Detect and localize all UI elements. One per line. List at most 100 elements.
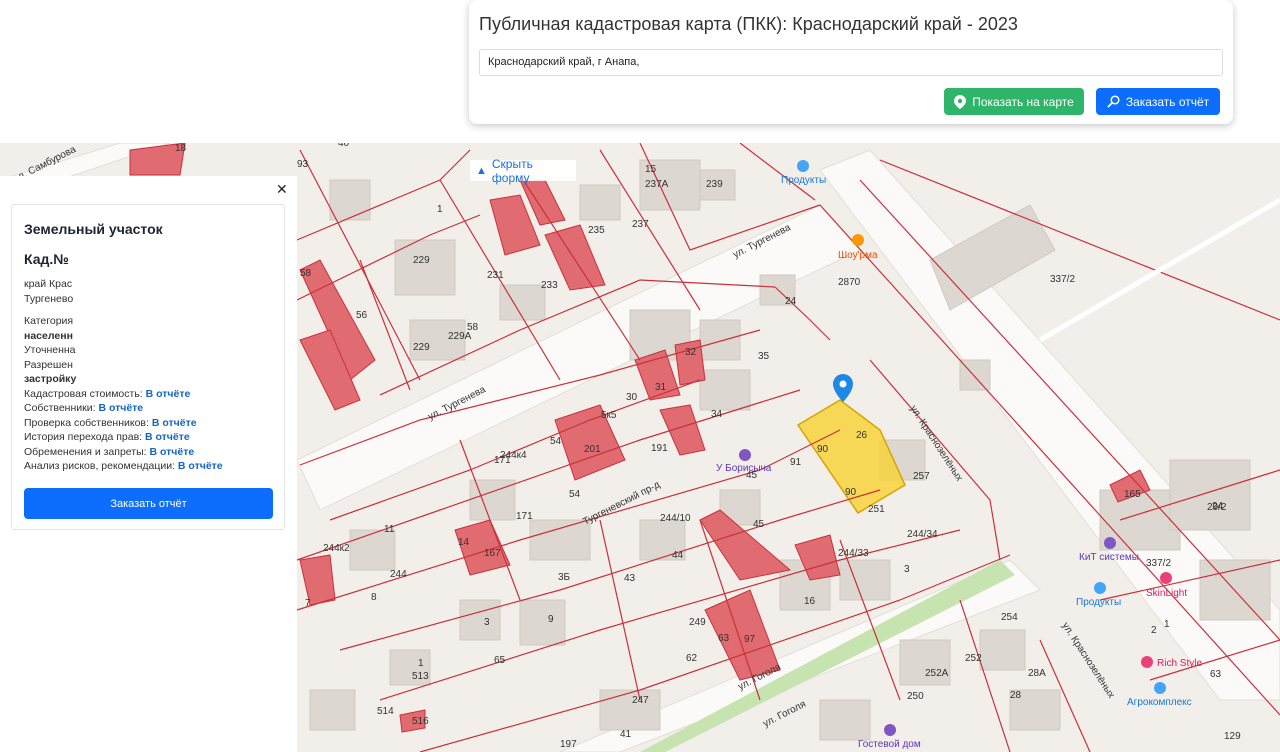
house-number-label: 54 [550, 436, 562, 447]
hide-form-button[interactable]: ▲ Скрыть форму [470, 157, 576, 185]
house-number-label: 229 [413, 255, 430, 266]
poi-label: У Борисыча [716, 463, 772, 474]
house-number-label: 28 [1010, 690, 1022, 701]
house-number-label: 337/2 [1050, 274, 1075, 285]
report-row: История перехода прав: В отчёте [24, 430, 272, 445]
house-number-label: 244/10 [660, 513, 691, 524]
report-row: Проверка собственников: В отчёте [24, 416, 272, 431]
house-number-label: 514 [377, 706, 394, 717]
house-number-label: 237 [632, 219, 649, 230]
parcel-info-panel: Земельный участок Кад.№ край Крас Турген… [11, 204, 285, 530]
house-number-label: 244/33 [838, 548, 869, 559]
show-on-map-button[interactable]: Показать на карте [944, 88, 1084, 115]
report-row-label: Обременения и запреты: [24, 445, 150, 458]
order-report-button[interactable]: Заказать отчёт [1096, 88, 1220, 115]
poi-label: Продукты [1076, 597, 1121, 608]
panel-title: Земельный участок [24, 221, 163, 237]
report-row-label: Проверка собственников: [24, 416, 152, 429]
house-number-label: 16 [804, 596, 816, 607]
street-label: ул. Краснозелёных [1059, 621, 1116, 701]
house-number-label: 45 [746, 470, 758, 481]
house-number-label: 129 [1224, 731, 1241, 742]
map-marker-icon [954, 94, 967, 109]
in-report-link[interactable]: В отчёте [152, 417, 197, 429]
in-report-link[interactable]: В отчёте [98, 402, 143, 414]
house-number-label: 252А [925, 668, 949, 679]
house-number-label: 244к2 [323, 543, 350, 554]
in-report-link[interactable]: В отчёте [145, 431, 190, 443]
house-number-label: 1 [418, 658, 424, 669]
order-report-panel-button[interactable]: Заказать отчёт [24, 488, 273, 519]
house-number-label: 3 [484, 617, 490, 628]
house-number-label: 197 [560, 739, 577, 750]
house-number-label: 24 [785, 296, 797, 307]
page-title: Публичная кадастровая карта (ПКК): Красн… [479, 14, 1018, 34]
house-number-label: 254 [1001, 612, 1018, 623]
house-number-label: 237А [645, 179, 669, 190]
report-row-label: Кадастровая стоимость: [24, 387, 146, 400]
house-number-label: 513 [412, 671, 429, 682]
house-number-label: 239 [706, 179, 723, 190]
close-icon[interactable]: ✕ [276, 181, 288, 198]
house-number-label: 201 [584, 444, 601, 455]
house-number-label: 90 [817, 444, 829, 455]
house-number-label: 252 [965, 653, 982, 664]
show-on-map-label: Показать на карте [972, 94, 1074, 109]
house-number-label: 58 [300, 268, 312, 279]
in-report-link[interactable]: В отчёте [149, 446, 194, 458]
in-report-link[interactable]: В отчёте [178, 460, 223, 472]
house-number-label: 29/2 [1207, 502, 1227, 513]
house-number-label: 54 [569, 489, 581, 500]
street-label: ул. Гоголя [761, 699, 807, 730]
in-report-link[interactable]: В отчёте [146, 388, 191, 400]
report-row: Анализ рисков, рекомендации: В отчёте [24, 459, 272, 474]
location-pin-icon [833, 374, 853, 402]
house-number-label: 58 [467, 322, 479, 333]
permitted-label: Разрешен [24, 358, 73, 371]
house-number-label: 14 [458, 537, 470, 548]
poi-label: SkinLight [1146, 588, 1187, 599]
house-number-label: 63 [1210, 669, 1222, 680]
report-row-label: Собственники: [24, 402, 99, 414]
report-row: Кадастровая стоимость: В отчёте [24, 387, 272, 402]
house-number-label: 41 [620, 729, 632, 740]
permitted-value: застройку [24, 373, 77, 385]
house-number-label: 233 [541, 280, 558, 291]
house-number-label: 337/2 [1146, 558, 1171, 569]
house-number-label: 63 [718, 633, 730, 644]
house-number-label: 229 [413, 342, 430, 353]
poi-label: КиТ системы [1079, 552, 1139, 563]
poi-label: Продукты [781, 175, 826, 186]
house-number-label: 15 [645, 164, 657, 175]
house-number-label: 18 [175, 143, 187, 154]
house-number-label: 35 [758, 351, 770, 362]
house-number-label: 56 [356, 310, 368, 321]
house-number-label: 231 [487, 270, 504, 281]
house-number-label: 40 [338, 143, 350, 149]
house-number-label: 3Б [558, 572, 571, 583]
address-line: Тургенево [24, 292, 74, 305]
house-number-label: 167 [484, 548, 501, 559]
house-number-label: 1 [437, 204, 443, 215]
address-input[interactable]: Краснодарский край, г Анапа, [479, 49, 1223, 76]
house-number-label: 171 [516, 511, 533, 522]
report-row-label: История перехода прав: [24, 431, 146, 443]
category-value: населенн [24, 329, 73, 342]
report-row-label: Анализ рисков, рекомендации: [24, 460, 178, 472]
order-report-label: Заказать отчёт [1125, 94, 1210, 109]
cadastral-number: Кад.№ [24, 251, 69, 267]
poi-label: Шоу'рма [838, 250, 878, 261]
house-number-label: 1 [1164, 619, 1170, 630]
report-row: Обременения и запреты: В отчёте [24, 445, 272, 460]
house-number-label: 5к5 [601, 410, 617, 421]
house-number-label: 43 [624, 573, 636, 584]
house-number-label: 257 [913, 471, 930, 482]
poi-label: Rich Style [1157, 658, 1202, 669]
house-number-label: 250 [907, 691, 924, 702]
report-rows: Кадастровая стоимость: В отчёте Собственн… [24, 387, 272, 474]
house-number-label: 251 [868, 504, 885, 515]
house-number-label: 171 [494, 455, 511, 466]
search-icon [1107, 95, 1120, 108]
house-number-label: 45 [753, 519, 765, 530]
clarified-label: Уточненна [24, 344, 76, 356]
